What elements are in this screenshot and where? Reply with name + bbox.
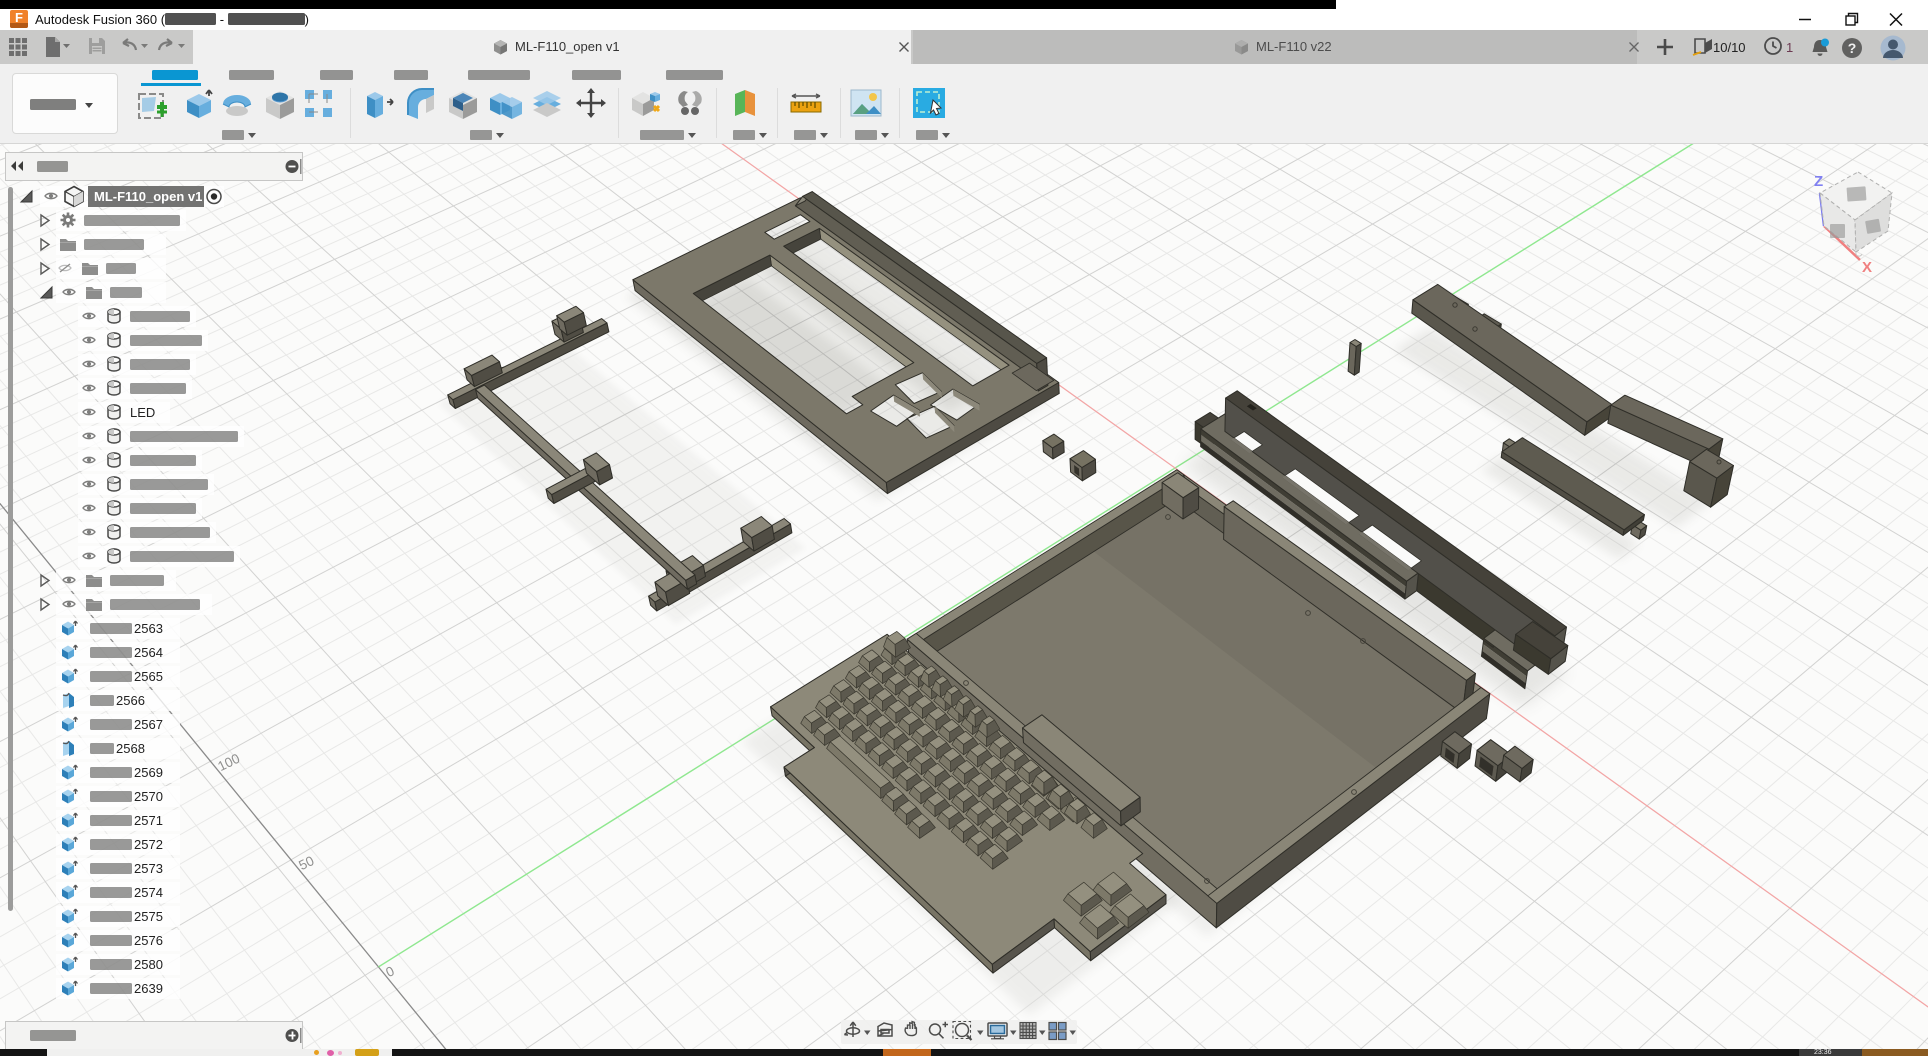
- svg-text:2573: 2573: [134, 861, 163, 876]
- svg-text:Z: Z: [1814, 173, 1823, 190]
- svg-text:2571: 2571: [134, 813, 163, 828]
- svg-text:2574: 2574: [134, 885, 163, 900]
- svg-text:2575: 2575: [134, 909, 163, 924]
- svg-text:X: X: [1862, 259, 1872, 276]
- svg-text:ML-F110_open v1: ML-F110_open v1: [94, 189, 202, 204]
- svg-text:2563: 2563: [134, 621, 163, 636]
- svg-text:2570: 2570: [134, 789, 163, 804]
- svg-text:2568: 2568: [116, 741, 145, 756]
- svg-text:2565: 2565: [134, 669, 163, 684]
- svg-text:2576: 2576: [134, 933, 163, 948]
- svg-text:2569: 2569: [134, 765, 163, 780]
- svg-text:2572: 2572: [134, 837, 163, 852]
- svg-text:2580: 2580: [134, 957, 163, 972]
- svg-text:0: 0: [383, 963, 396, 980]
- svg-text:?: ?: [1848, 40, 1857, 56]
- svg-text:2564: 2564: [134, 645, 163, 660]
- svg-text:2566: 2566: [116, 693, 145, 708]
- svg-text:2567: 2567: [134, 717, 163, 732]
- svg-text:2639: 2639: [134, 981, 163, 996]
- svg-text:LED: LED: [130, 405, 155, 420]
